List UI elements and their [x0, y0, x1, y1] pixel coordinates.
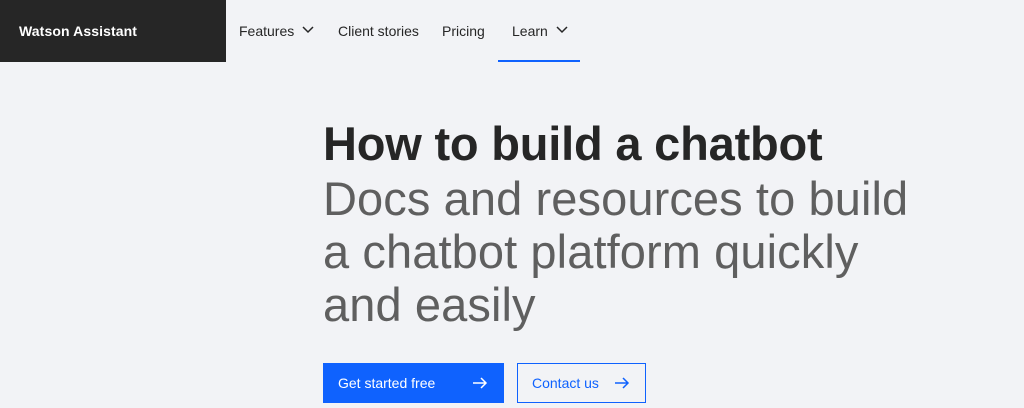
page-title: How to build a chatbot: [323, 117, 823, 170]
nav-learn[interactable]: Learn: [498, 0, 580, 62]
brand-logo-text[interactable]: Watson Assistant: [0, 0, 226, 62]
top-navigation: Watson Assistant Features Client stories…: [0, 0, 1024, 62]
nav-features-label: Features: [239, 23, 295, 39]
nav-client-stories[interactable]: Client stories: [338, 0, 442, 62]
primary-nav: Features Client stories Pricing Learn: [226, 0, 580, 62]
nav-features[interactable]: Features: [226, 0, 338, 62]
hero-actions: Get started free Contact us: [323, 363, 646, 403]
chevron-down-icon: [302, 26, 314, 34]
nav-pricing[interactable]: Pricing: [442, 0, 498, 62]
nav-pricing-label: Pricing: [442, 23, 485, 39]
arrow-right-icon: [615, 377, 630, 389]
hero-section: How to build a chatbot Docs and resource…: [323, 116, 943, 331]
contact-us-button-label: Contact us: [532, 375, 599, 391]
nav-client-stories-label: Client stories: [338, 23, 419, 39]
arrow-right-icon: [473, 377, 488, 389]
chevron-down-icon: [556, 26, 568, 34]
get-started-button[interactable]: Get started free: [323, 363, 504, 403]
get-started-button-label: Get started free: [338, 375, 436, 391]
contact-us-button[interactable]: Contact us: [517, 363, 646, 403]
nav-learn-label: Learn: [512, 23, 548, 39]
page-subtitle: Docs and resources to build a chatbot pl…: [323, 172, 909, 331]
